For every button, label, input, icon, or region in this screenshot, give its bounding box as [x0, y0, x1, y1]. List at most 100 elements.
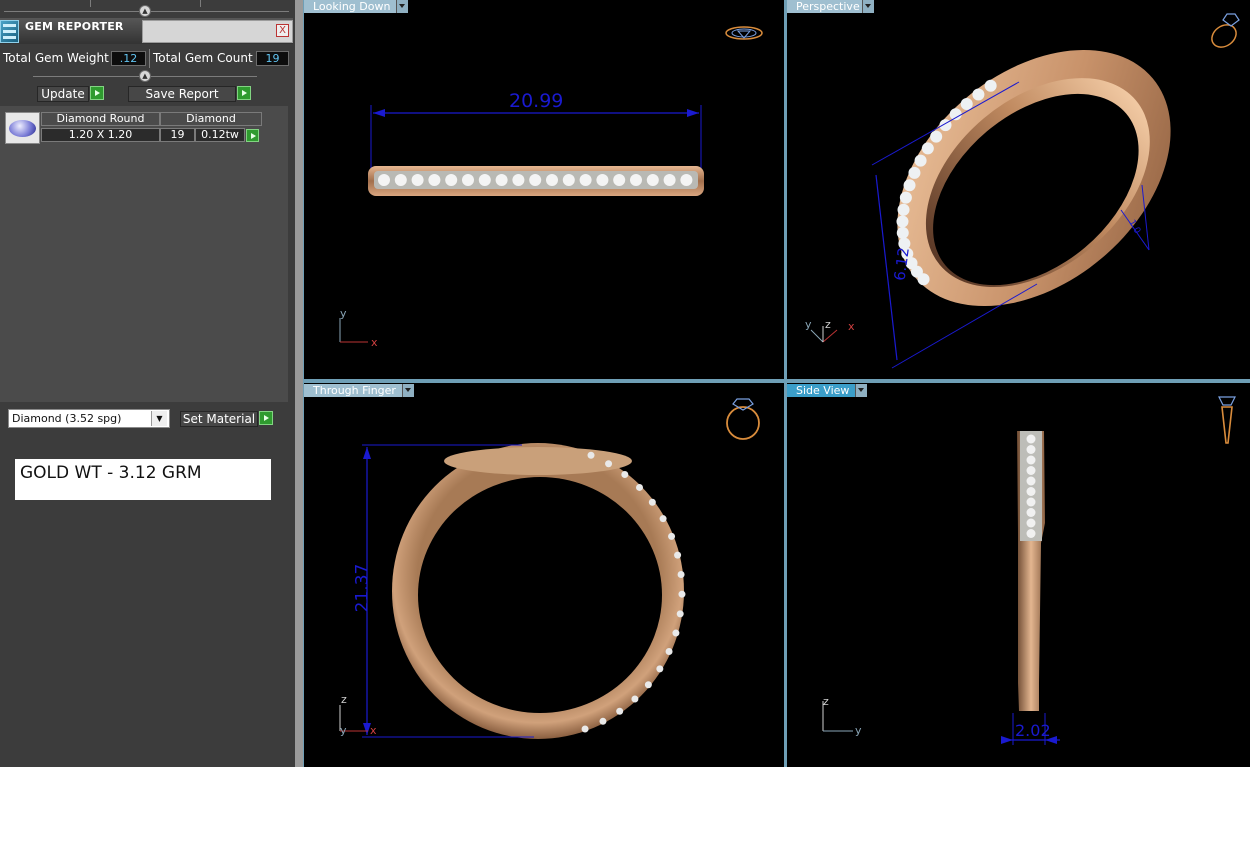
diamond-stone [562, 174, 575, 186]
chevron-down-icon[interactable] [396, 0, 408, 13]
diamond-stone [428, 174, 441, 186]
divider [90, 0, 91, 7]
view-cube-icon[interactable] [1207, 10, 1243, 52]
panel-title: GEM REPORTER [25, 20, 124, 33]
diamond-stone [659, 515, 667, 523]
diamond-stone [678, 590, 686, 598]
diamond-stone [378, 174, 390, 186]
update-run-icon[interactable] [90, 86, 104, 100]
view-cube-icon[interactable] [724, 22, 764, 42]
viewport-looking-down[interactable]: 20.99 y x [304, 0, 784, 379]
diamond-stone [630, 174, 642, 186]
diamond-stone [908, 166, 921, 179]
diamond-stone [676, 610, 684, 618]
diamond-stone [665, 647, 673, 655]
diamond-stone [445, 174, 458, 186]
chevron-down-icon[interactable] [855, 384, 867, 397]
diamond-stone [668, 532, 676, 540]
diamond-stone [587, 451, 595, 459]
dimension-label: 21.37 [352, 563, 373, 613]
gem-reporter-icon [0, 20, 19, 43]
axis-label-x: x [848, 320, 855, 333]
diamond-stone [984, 79, 997, 92]
gem-row-run-icon[interactable] [246, 129, 259, 142]
diamond-stone [646, 174, 659, 186]
collapse-toggle-top[interactable]: ▲ [139, 5, 151, 17]
chevron-down-icon[interactable] [402, 384, 414, 397]
chevron-down-icon[interactable] [862, 0, 874, 13]
tab-perspective[interactable]: Perspective [787, 0, 862, 13]
viewport-perspective[interactable]: 6.12 1.0 y z x [787, 0, 1250, 379]
diamond-stone [972, 88, 985, 101]
diamond-stone [631, 695, 639, 703]
set-material-run-icon[interactable] [259, 411, 273, 425]
dimension-label: 20.99 [509, 90, 564, 112]
chevron-down-icon[interactable]: ▼ [151, 411, 167, 426]
diamond-stone [579, 174, 592, 186]
diamond-stone [599, 717, 607, 725]
diamond-stone [596, 174, 609, 186]
collapse-toggle-middle[interactable]: ▲ [139, 70, 151, 82]
gem-list [0, 106, 288, 402]
diamond-stone [512, 174, 525, 186]
table-header-shape: Diamond Round [41, 112, 160, 126]
diamond-stone [674, 551, 682, 559]
axis-label-y: y [340, 724, 347, 737]
close-icon[interactable]: X [276, 24, 289, 37]
dimension-label: 2.02 [1015, 721, 1051, 740]
save-report-run-icon[interactable] [237, 86, 251, 100]
diamond-stone [672, 629, 680, 637]
view-cube-icon[interactable] [722, 393, 766, 443]
diamond-stone [621, 471, 629, 479]
diamond-stone [897, 203, 910, 216]
tab-looking-down[interactable]: Looking Down [304, 0, 398, 13]
gold-weight-note: GOLD WT - 3.12 GRM [15, 459, 271, 500]
axis-label-z: z [823, 695, 829, 708]
viewport-side-view[interactable]: 2.02 z y [787, 383, 1250, 767]
set-material-button[interactable]: Set Material [180, 411, 258, 427]
gem-count-cell: 19 [160, 128, 195, 142]
material-select[interactable]: Diamond (3.52 spg) [8, 409, 170, 428]
axis-label-y: y [340, 307, 347, 320]
diamond-stone [1026, 487, 1036, 496]
panel-splitter[interactable] [295, 0, 303, 767]
total-gem-weight-label: Total Gem Weight [3, 51, 109, 65]
viewport-through-finger[interactable]: 21.37 z x y [304, 383, 784, 767]
diamond-round-thumbnail[interactable] [5, 112, 40, 144]
diamond-stone [616, 707, 624, 715]
diamond-stone [899, 191, 912, 204]
axis-label-x: x [371, 336, 378, 349]
axis-label-z: z [825, 318, 831, 331]
diamond-stone [1026, 518, 1036, 528]
diamond-stone [1026, 529, 1036, 538]
diamond-stone [1026, 455, 1036, 465]
diamond-stone [644, 681, 652, 689]
diamond-stone [921, 142, 934, 155]
diamond-stone [914, 154, 927, 167]
total-gem-count-value: 19 [256, 51, 289, 66]
diamond-stone [1026, 445, 1036, 454]
save-report-button[interactable]: Save Report [128, 86, 236, 102]
diamond-stone [478, 174, 491, 186]
gem-icon [9, 120, 36, 137]
diamond-stone [411, 174, 424, 186]
diamond-stone [495, 174, 508, 186]
diamond-stone [648, 498, 656, 506]
diamond-stone [1026, 508, 1036, 517]
diamond-stone [613, 174, 626, 186]
tab-through-finger[interactable]: Through Finger [304, 384, 404, 397]
diamond-stone [1026, 476, 1036, 486]
gem-size-cell: 1.20 X 1.20 [41, 128, 160, 142]
diamond-stone [581, 725, 589, 733]
view-cube-icon[interactable] [1215, 391, 1239, 447]
update-button[interactable]: Update [37, 86, 89, 102]
diamond-stone [546, 174, 558, 186]
diamond-stone [896, 215, 909, 228]
diamond-stone [462, 174, 474, 186]
diamond-stone [636, 483, 644, 491]
diamond-stone [605, 460, 613, 468]
diamond-stone [1026, 434, 1036, 444]
total-gem-weight-value: .12 [111, 51, 146, 66]
diamond-stone [394, 174, 407, 186]
tab-side-view[interactable]: Side View [787, 384, 857, 397]
